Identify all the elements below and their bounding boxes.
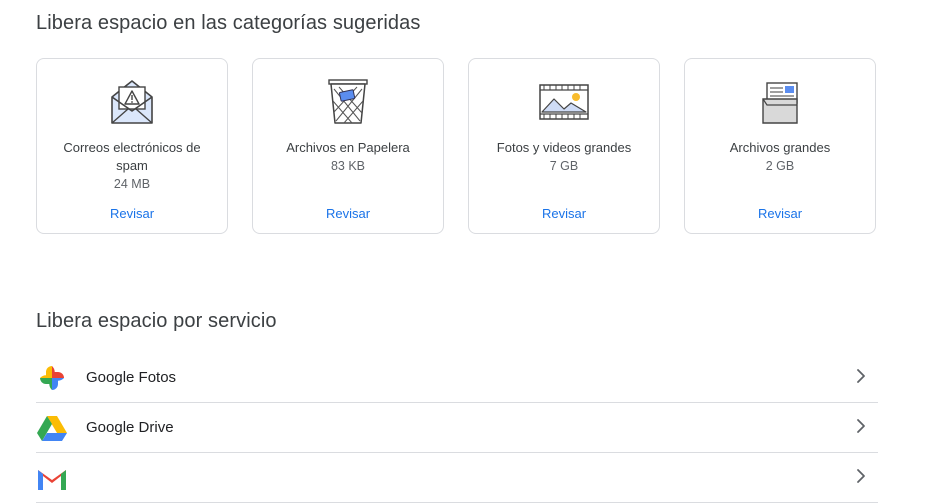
gmail-icon [36,462,68,494]
google-photos-icon [36,362,68,394]
review-trash-button[interactable]: Revisar [253,206,443,221]
trash-bin-icon [253,77,443,129]
chevron-right-icon [857,469,865,483]
card-name: Archivos grandes 2 GB [699,139,861,175]
card-size: 7 GB [549,159,579,173]
list-item-google-drive[interactable]: Google Drive [36,403,878,453]
photo-film-icon [469,77,659,129]
card-name: Archivos en Papelera 83 KB [267,139,429,175]
card-size: 2 GB [765,159,795,173]
card-size: 24 MB [113,177,151,191]
card-title: Archivos grandes [729,140,831,155]
review-spam-button[interactable]: Revisar [37,206,227,221]
chevron-right-icon [857,419,865,433]
service-list: Google Fotos Google Drive [36,353,878,503]
list-item-gmail[interactable] [36,453,878,503]
suggested-categories-grid: Correos electrónicos de spam 24 MB Revis… [36,58,878,236]
card-title: Correos electrónicos de spam [63,140,201,173]
card-large-media[interactable]: Fotos y videos grandes 7 GB Revisar [468,58,660,234]
card-spam[interactable]: Correos electrónicos de spam 24 MB Revis… [36,58,228,234]
service-label: Google Fotos [86,369,177,386]
google-drive-icon [36,412,68,444]
chevron-right-icon [857,369,865,383]
card-title: Fotos y videos grandes [496,140,632,155]
card-title: Archivos en Papelera [286,140,410,155]
review-files-button[interactable]: Revisar [685,206,875,221]
list-item-google-photos[interactable]: Google Fotos [36,353,878,403]
card-name: Fotos y videos grandes 7 GB [483,139,645,175]
large-file-icon [685,77,875,129]
card-trash[interactable]: Archivos en Papelera 83 KB Revisar [252,58,444,234]
card-size: 83 KB [330,159,366,173]
by-service-title: Libera espacio por servicio [36,310,277,332]
spam-envelope-icon [37,77,227,129]
service-label: Google Drive [86,419,174,436]
suggested-categories-title: Libera espacio en las categorías sugerid… [36,12,421,34]
card-large-files[interactable]: Archivos grandes 2 GB Revisar [684,58,876,234]
card-name: Correos electrónicos de spam 24 MB [51,139,213,193]
review-media-button[interactable]: Revisar [469,206,659,221]
